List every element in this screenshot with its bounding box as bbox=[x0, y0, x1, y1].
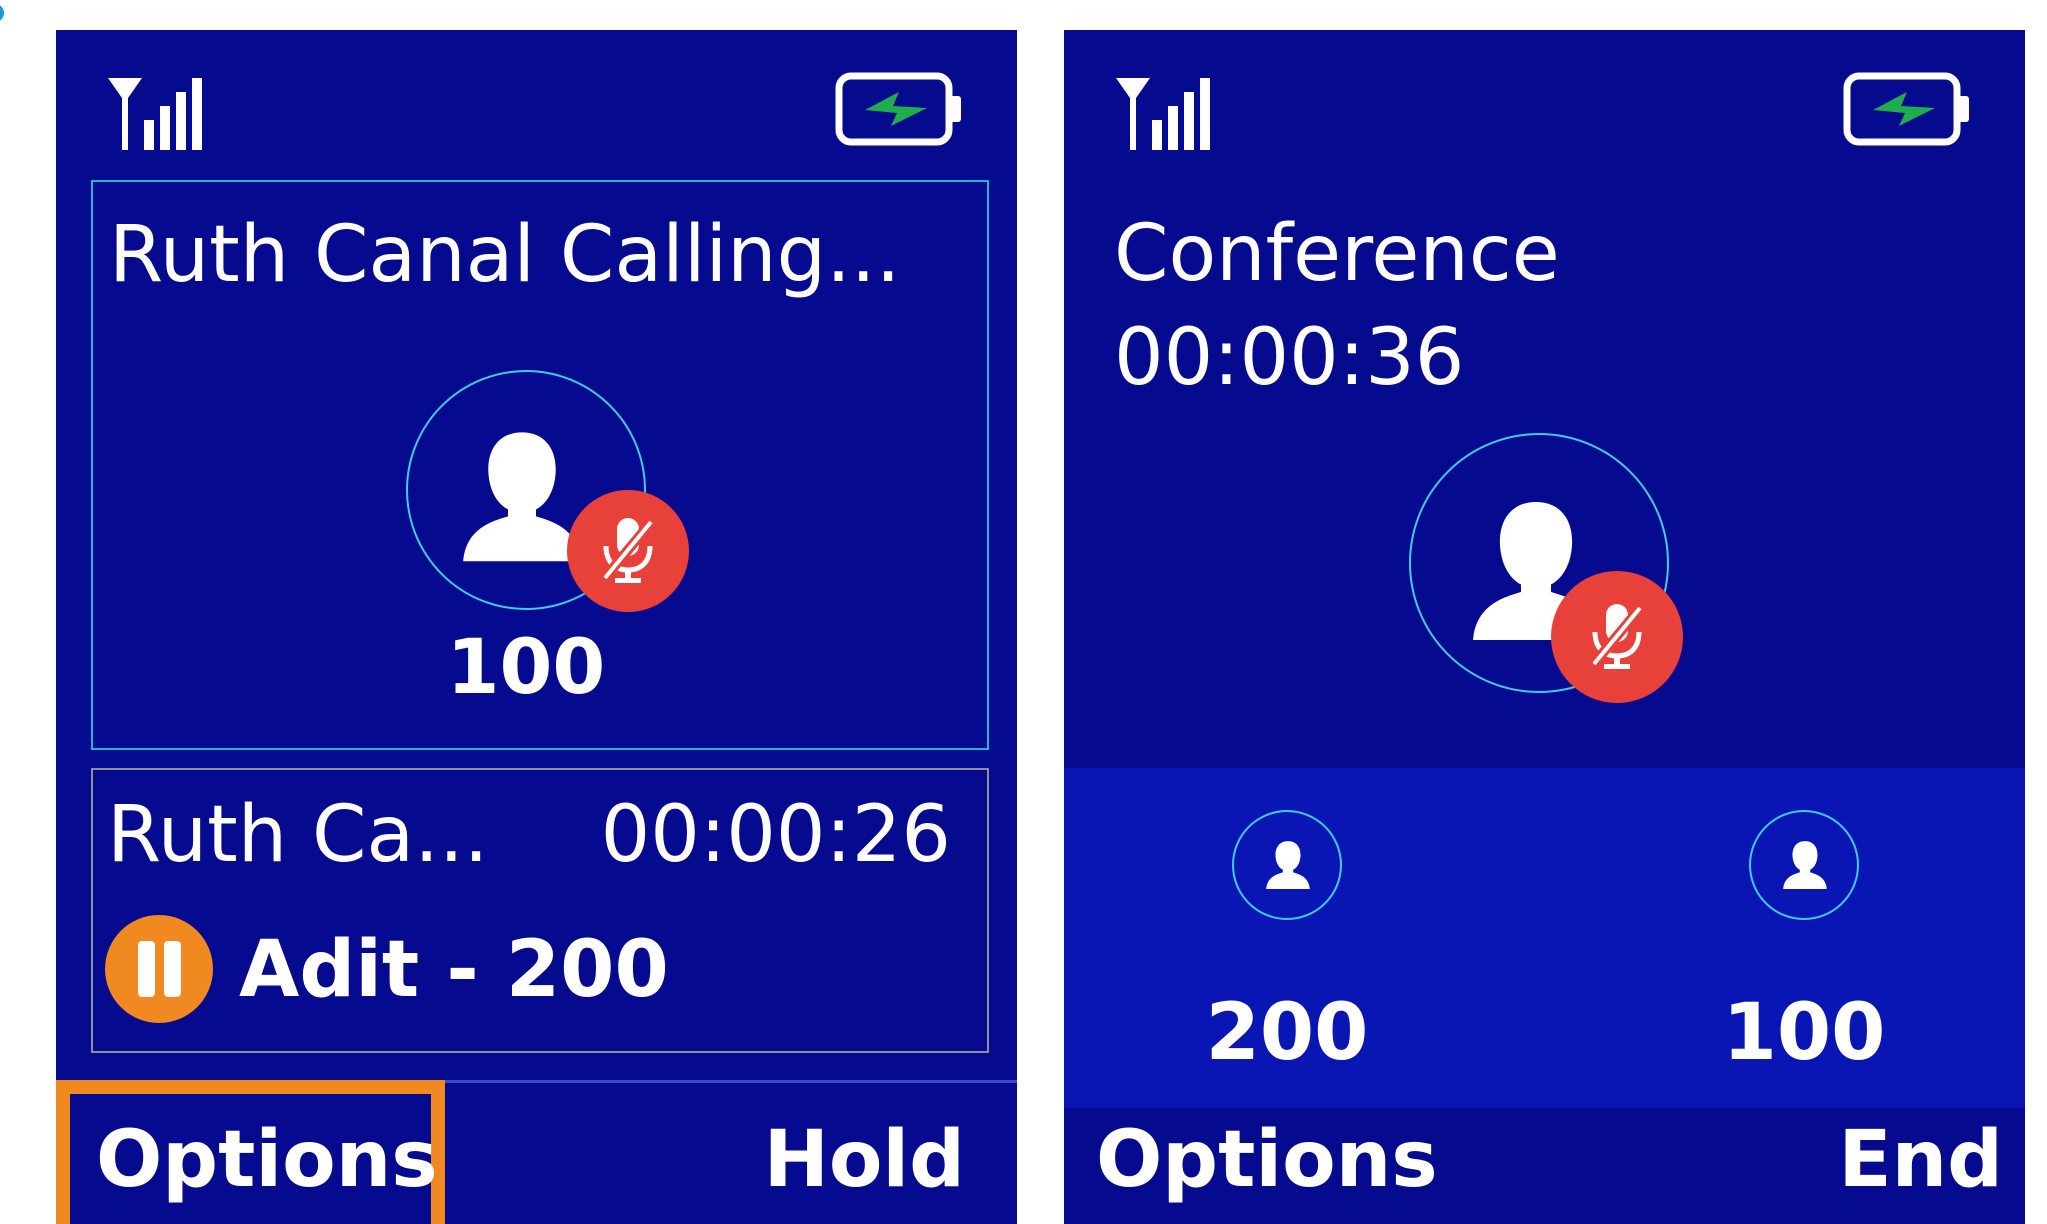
conference-timer: 00:00:36 bbox=[1114, 313, 1465, 403]
conference-title: Conference bbox=[1114, 209, 1560, 299]
held-party-label: Adit - 200 bbox=[239, 925, 669, 1015]
active-call-panel[interactable]: Ruth Canal Calling... 100 bbox=[91, 180, 989, 750]
signal-strength-icon bbox=[1116, 78, 1210, 150]
phone-screen-conference: Conference 00:00:36 200 100 Options End bbox=[1064, 30, 2025, 1224]
phone-screen-call-waiting: Ruth Canal Calling... 100 Ruth Ca... 00:… bbox=[56, 30, 1017, 1224]
options-softkey[interactable]: Options bbox=[1096, 1110, 1438, 1210]
held-call-panel[interactable]: Ruth Ca... 00:00:26 Adit - 200 bbox=[91, 768, 989, 1053]
pause-icon bbox=[105, 915, 213, 1023]
held-call-timer: 00:00:26 bbox=[600, 790, 951, 880]
corner-decoration bbox=[0, 4, 4, 22]
options-softkey[interactable]: Options bbox=[96, 1110, 438, 1210]
person-icon bbox=[1266, 841, 1310, 889]
microphone-muted-icon bbox=[1551, 571, 1683, 703]
status-bar bbox=[56, 30, 1017, 180]
caller-number: 100 bbox=[446, 622, 606, 711]
caller-title: Ruth Canal Calling... bbox=[109, 210, 901, 300]
conference-participants: 200 100 bbox=[1064, 768, 2025, 1108]
status-bar bbox=[1064, 30, 2025, 180]
battery-charging-icon bbox=[1843, 72, 1969, 146]
hold-softkey[interactable]: Hold bbox=[764, 1110, 965, 1210]
person-icon bbox=[1783, 841, 1827, 889]
microphone-muted-icon bbox=[567, 490, 689, 612]
participant-avatar[interactable] bbox=[1232, 810, 1342, 920]
participant-number: 200 bbox=[1205, 988, 1369, 1078]
held-caller-name: Ruth Ca... bbox=[107, 790, 489, 880]
participant-avatar[interactable] bbox=[1749, 810, 1859, 920]
signal-strength-icon bbox=[108, 78, 202, 150]
battery-charging-icon bbox=[835, 72, 961, 146]
participant-number: 100 bbox=[1722, 988, 1886, 1078]
end-call-softkey[interactable]: End bbox=[1838, 1110, 2003, 1210]
